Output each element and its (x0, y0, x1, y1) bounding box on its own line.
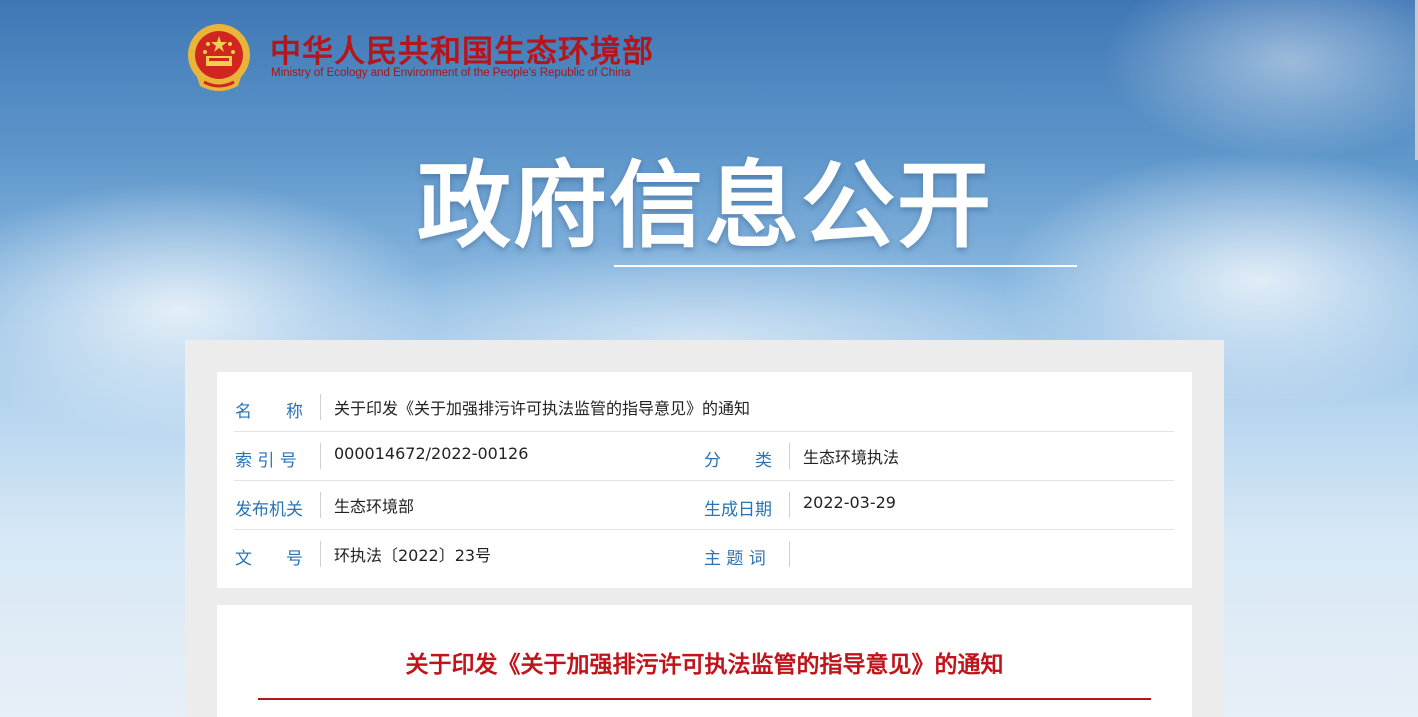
docno-label-char: 号 (286, 549, 303, 569)
banner-title: 政府信息公开 (417, 152, 994, 261)
docno-label-char: 文 (235, 549, 252, 569)
category-value: 生态环境执法 (803, 448, 900, 467)
name-value: 关于印发《关于加强排污许可执法监管的指导意见》的通知 (334, 399, 751, 418)
site-subtitle[interactable]: Ministry of Ecology and Environment of t… (271, 67, 631, 79)
article-card: 关于印发《关于加强排污许可执法监管的指导意见》的通知 (217, 605, 1192, 717)
divider (320, 541, 321, 567)
info-row-issuer: 发布机关 生态环境部 生成日期 2022-03-29 (234, 481, 1174, 530)
article-title: 关于印发《关于加强排污许可执法监管的指导意见》的通知 (405, 652, 1004, 678)
info-row-name: 名 称 关于印发《关于加强排污许可执法监管的指导意见》的通知 (234, 383, 1174, 432)
document-info-table: 名 称 关于印发《关于加强排污许可执法监管的指导意见》的通知 索 引 号 000… (217, 372, 1192, 588)
divider (789, 492, 790, 518)
page: 中华人民共和国生态环境部 Ministry of Ecology and Env… (0, 0, 1418, 717)
category-label-char: 类 (755, 451, 772, 471)
site-title[interactable]: 中华人民共和国生态环境部 (270, 26, 654, 71)
name-label: 名 称 (235, 397, 303, 422)
keywords-label: 主 题 词 (704, 549, 766, 569)
name-label-char: 名 (235, 402, 252, 422)
category-label-char: 分 (704, 451, 721, 471)
index-value: 000014672/2022-00126 (334, 444, 529, 463)
divider (320, 394, 321, 420)
docno-value: 环执法〔2022〕23号 (334, 546, 492, 565)
issuer-value: 生态环境部 (334, 497, 415, 516)
category-label: 分 类 (704, 446, 772, 471)
divider (320, 443, 321, 469)
banner-underline (614, 265, 1077, 267)
index-label: 索 引 号 (235, 451, 297, 471)
name-label-char: 称 (286, 402, 303, 422)
info-row-docno: 文 号 环执法〔2022〕23号 主 题 词 (234, 530, 1174, 578)
issuer-label: 发布机关 (235, 500, 303, 520)
docno-label: 文 号 (235, 544, 303, 569)
title-divider (258, 698, 1151, 700)
national-emblem-icon[interactable] (186, 22, 252, 94)
info-row-index: 索 引 号 000014672/2022-00126 分 类 生态环境执法 (234, 432, 1174, 481)
date-label: 生成日期 (704, 500, 772, 520)
cloud-decoration (1100, 0, 1418, 160)
date-value: 2022-03-29 (803, 493, 896, 512)
divider (320, 492, 321, 518)
divider (789, 541, 790, 567)
divider (789, 443, 790, 469)
